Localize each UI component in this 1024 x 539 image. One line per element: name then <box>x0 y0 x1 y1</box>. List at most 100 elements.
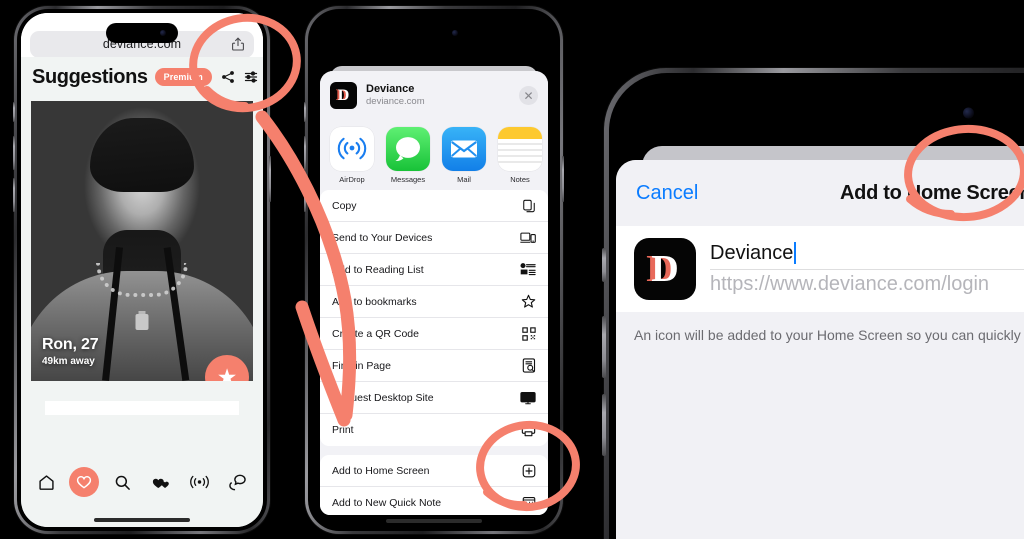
share-icon[interactable] <box>232 37 244 51</box>
premium-badge[interactable]: Premium <box>154 68 212 86</box>
phone-2-share-sheet: D D Deviance deviance.com ✕ AirDrop Mess… <box>304 6 564 534</box>
photo-hair-shape <box>90 117 194 192</box>
add-to-home-screen-dialog: Cancel Add to Home Screen Add D D Devian… <box>616 160 1024 539</box>
share-action-label: Copy <box>332 199 357 212</box>
share-actions-group-1: Copy Send to Your Devices Add to Reading… <box>320 190 548 446</box>
profile-card[interactable]: Ron, 27 49km away ★ <box>31 101 253 381</box>
share-action-add-to-home-screen[interactable]: Add to Home Screen <box>320 455 548 487</box>
live-radio-icon[interactable] <box>184 467 214 497</box>
share-sheet-header: D D Deviance deviance.com ✕ <box>320 71 548 119</box>
plus-square-icon <box>522 464 536 478</box>
share-action-send-to-devices[interactable]: Send to Your Devices <box>320 222 548 254</box>
content-placeholder-bar <box>45 401 239 415</box>
dialog-footnote: An icon will be added to your Home Scree… <box>634 327 1024 343</box>
profile-name: Ron, 27 <box>42 336 99 353</box>
front-camera-icon <box>159 30 166 36</box>
tutorial-screenshot: deviance.com Suggestions Premium Ron, 27… <box>0 0 1024 539</box>
dynamic-island <box>849 96 999 130</box>
home-icon[interactable] <box>31 467 61 497</box>
search-icon[interactable] <box>108 467 138 497</box>
filter-sliders-icon[interactable] <box>244 70 258 84</box>
volume-up-button[interactable] <box>13 136 15 170</box>
share-action-label: Find in Page <box>332 359 391 372</box>
app-logo-letter: D <box>337 86 350 104</box>
bottom-tab-bar <box>21 459 263 505</box>
volume-down-button[interactable] <box>304 178 306 212</box>
share-action-find-in-page[interactable]: Find in Page <box>320 350 548 382</box>
volume-down-button[interactable] <box>13 178 15 212</box>
share-action-request-desktop-site[interactable]: Request Desktop Site <box>320 382 548 414</box>
mail-icon <box>442 127 486 171</box>
share-action-add-bookmarks[interactable]: Add to bookmarks <box>320 286 548 318</box>
share-action-label: Add to bookmarks <box>332 295 417 308</box>
copy-icon <box>522 199 536 213</box>
share-target-notes[interactable]: Notes <box>498 127 542 184</box>
share-action-copy[interactable]: Copy <box>320 190 548 222</box>
share-action-create-qr-code[interactable]: Create a QR Code <box>320 318 548 350</box>
app-viewport: Suggestions Premium Ron, 27 49km away ★ <box>21 57 263 527</box>
share-target-label: Notes <box>510 175 530 184</box>
share-action-add-to-quick-note[interactable]: Add to New Quick Note <box>320 487 548 515</box>
home-indicator <box>94 518 190 522</box>
text-caret <box>794 242 797 265</box>
share-target-label: AirDrop <box>339 175 365 184</box>
power-button[interactable] <box>562 156 564 202</box>
dialog-form: D D Deviance ✕ https://www.deviance.com/… <box>616 226 1024 312</box>
power-button[interactable] <box>269 156 271 202</box>
heart-icon[interactable] <box>69 467 100 497</box>
chat-icon[interactable] <box>223 467 253 497</box>
silent-switch[interactable] <box>304 102 306 122</box>
close-icon[interactable]: ✕ <box>519 86 538 105</box>
share-action-label: Send to Your Devices <box>332 231 433 244</box>
dynamic-island <box>106 23 178 43</box>
share-action-label: Add to Home Screen <box>332 464 430 477</box>
share-action-label: Create a QR Code <box>332 327 419 340</box>
app-header: Suggestions Premium <box>21 57 263 97</box>
quick-note-icon <box>522 496 536 510</box>
name-field-value: Deviance <box>710 241 794 264</box>
share-action-label: Add to New Quick Note <box>332 497 442 509</box>
dynamic-island <box>397 23 471 43</box>
photo-padlock-shape <box>135 313 149 330</box>
share-targets-row[interactable]: AirDrop Messages Mail Notes <box>320 119 548 190</box>
share-sheet-meta: Deviance deviance.com <box>366 83 425 109</box>
messages-icon <box>386 127 430 171</box>
app-logo-icon: D D <box>330 82 357 109</box>
url-field-placeholder: https://www.deviance.com/login <box>710 273 990 296</box>
devices-icon <box>520 231 536 245</box>
url-field[interactable]: https://www.deviance.com/login <box>710 270 1024 301</box>
silent-switch[interactable] <box>13 102 15 122</box>
printer-icon <box>521 423 536 437</box>
airdrop-icon <box>330 127 374 171</box>
volume-down-button[interactable] <box>602 394 606 456</box>
share-target-airdrop[interactable]: AirDrop <box>330 127 374 184</box>
volume-up-button[interactable] <box>602 316 606 378</box>
phone-1-browser: deviance.com Suggestions Premium Ron, 27… <box>13 6 271 534</box>
volume-up-button[interactable] <box>304 136 306 170</box>
app-logo-icon: D D <box>634 238 696 300</box>
share-action-label: Print <box>332 424 354 436</box>
profile-info: Ron, 27 49km away <box>42 336 99 367</box>
notes-icon <box>498 127 542 171</box>
share-sheet: D D Deviance deviance.com ✕ AirDrop Mess… <box>320 71 548 515</box>
phone-3-add-to-home-screen: Cancel Add to Home Screen Add D D Devian… <box>602 68 1024 539</box>
qr-code-icon <box>522 326 536 341</box>
phone-1-screen: deviance.com Suggestions Premium Ron, 27… <box>21 13 263 527</box>
dialog-title: Add to Home Screen <box>840 181 1024 204</box>
share-nodes-icon[interactable] <box>221 70 235 84</box>
phone-2-screen: D D Deviance deviance.com ✕ AirDrop Mess… <box>312 13 556 527</box>
share-actions-group-2: Add to Home Screen Add to New Quick Note <box>320 455 548 515</box>
share-target-mail[interactable]: Mail <box>442 127 486 184</box>
share-group-divider <box>320 446 548 455</box>
name-field[interactable]: Deviance ✕ <box>710 238 1024 270</box>
double-heart-icon[interactable] <box>146 467 176 497</box>
share-target-messages[interactable]: Messages <box>386 127 430 184</box>
share-action-print[interactable]: Print <box>320 414 548 446</box>
share-action-add-reading-list[interactable]: Add to Reading List <box>320 254 548 286</box>
silent-switch[interactable] <box>602 248 606 282</box>
profile-distance: 49km away <box>42 356 95 367</box>
share-app-url: deviance.com <box>366 96 425 108</box>
cancel-button[interactable]: Cancel <box>636 182 698 205</box>
share-app-name: Deviance <box>366 82 415 95</box>
dialog-inputs: Deviance ✕ https://www.deviance.com/logi… <box>710 238 1024 300</box>
